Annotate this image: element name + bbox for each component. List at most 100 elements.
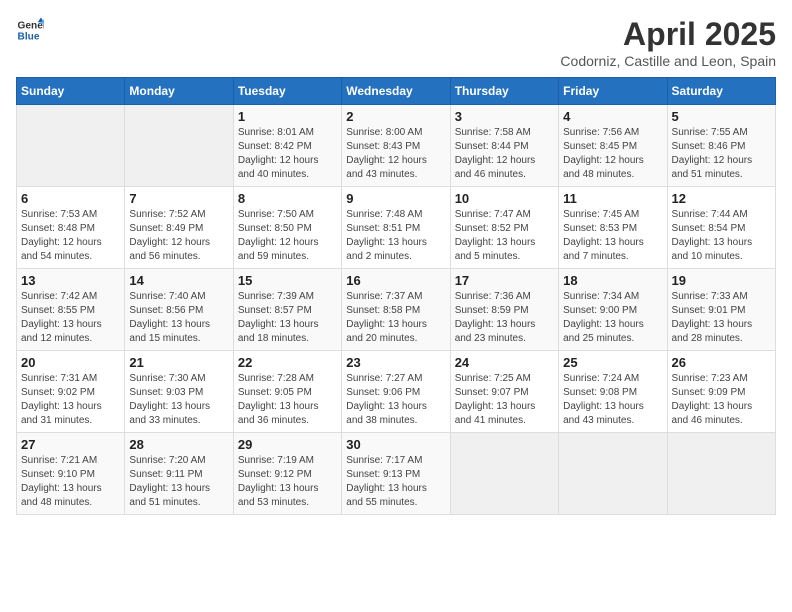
day-info: Sunrise: 7:28 AM Sunset: 9:05 PM Dayligh…: [238, 372, 337, 428]
day-number: 27: [21, 437, 120, 452]
day-number: 2: [346, 109, 445, 124]
day-info: Sunrise: 7:27 AM Sunset: 9:06 PM Dayligh…: [346, 372, 445, 428]
calendar-cell: 14 Sunrise: 7:40 AM Sunset: 8:56 PM Dayli…: [125, 269, 233, 351]
day-info: Sunrise: 7:52 AM Sunset: 8:49 PM Dayligh…: [129, 208, 228, 264]
day-number: 20: [21, 355, 120, 370]
day-number: 6: [21, 191, 120, 206]
header: General Blue April 2025 Codorniz, Castil…: [16, 16, 776, 69]
day-info: Sunrise: 7:19 AM Sunset: 9:12 PM Dayligh…: [238, 454, 337, 510]
day-info: Sunrise: 7:50 AM Sunset: 8:50 PM Dayligh…: [238, 208, 337, 264]
day-number: 29: [238, 437, 337, 452]
calendar-cell: 6 Sunrise: 7:53 AM Sunset: 8:48 PM Daylig…: [17, 187, 125, 269]
svg-text:Blue: Blue: [18, 31, 40, 42]
day-number: 23: [346, 355, 445, 370]
calendar-cell: 12 Sunrise: 7:44 AM Sunset: 8:54 PM Dayli…: [667, 187, 775, 269]
weekday-header-row: SundayMondayTuesdayWednesdayThursdayFrid…: [17, 78, 776, 105]
day-number: 21: [129, 355, 228, 370]
day-info: Sunrise: 7:40 AM Sunset: 8:56 PM Dayligh…: [129, 290, 228, 346]
calendar-cell: 22Sunrise: 7:28 AM Sunset: 9:05 PM Dayli…: [233, 351, 341, 433]
day-number: 28: [129, 437, 228, 452]
day-info: Sunrise: 7:47 AM Sunset: 8:52 PM Dayligh…: [455, 208, 554, 264]
day-info: Sunrise: 7:25 AM Sunset: 9:07 PM Dayligh…: [455, 372, 554, 428]
calendar-cell: 15 Sunrise: 7:39 AM Sunset: 8:57 PM Dayli…: [233, 269, 341, 351]
day-info: Sunrise: 7:23 AM Sunset: 9:09 PM Dayligh…: [672, 372, 771, 428]
logo: General Blue: [16, 16, 44, 44]
calendar-cell: 29 Sunrise: 7:19 AM Sunset: 9:12 PM Dayli…: [233, 433, 341, 515]
day-number: 7: [129, 191, 228, 206]
calendar-cell: 8 Sunrise: 7:50 AM Sunset: 8:50 PM Daylig…: [233, 187, 341, 269]
day-number: 1: [238, 109, 337, 124]
weekday-header: Tuesday: [233, 78, 341, 105]
weekday-header: Thursday: [450, 78, 558, 105]
calendar-cell: [450, 433, 558, 515]
day-number: 15: [238, 273, 337, 288]
day-info: Sunrise: 7:21 AM Sunset: 9:10 PM Dayligh…: [21, 454, 120, 510]
main-title: April 2025: [560, 16, 776, 53]
weekday-header: Saturday: [667, 78, 775, 105]
calendar-cell: 21Sunrise: 7:30 AM Sunset: 9:03 PM Dayli…: [125, 351, 233, 433]
calendar-cell: 7 Sunrise: 7:52 AM Sunset: 8:49 PM Daylig…: [125, 187, 233, 269]
day-number: 4: [563, 109, 662, 124]
day-info: Sunrise: 7:58 AM Sunset: 8:44 PM Dayligh…: [455, 126, 554, 182]
calendar-cell: 4 Sunrise: 7:56 AM Sunset: 8:45 PM Daylig…: [559, 105, 667, 187]
day-info: Sunrise: 7:42 AM Sunset: 8:55 PM Dayligh…: [21, 290, 120, 346]
calendar-cell: 1 Sunrise: 8:01 AM Sunset: 8:42 PM Daylig…: [233, 105, 341, 187]
calendar-week-row: 20Sunrise: 7:31 AM Sunset: 9:02 PM Dayli…: [17, 351, 776, 433]
day-info: Sunrise: 7:56 AM Sunset: 8:45 PM Dayligh…: [563, 126, 662, 182]
calendar-cell: 19Sunrise: 7:33 AM Sunset: 9:01 PM Dayli…: [667, 269, 775, 351]
day-info: Sunrise: 7:55 AM Sunset: 8:46 PM Dayligh…: [672, 126, 771, 182]
subtitle: Codorniz, Castille and Leon, Spain: [560, 53, 776, 69]
day-info: Sunrise: 7:44 AM Sunset: 8:54 PM Dayligh…: [672, 208, 771, 264]
calendar-week-row: 27 Sunrise: 7:21 AM Sunset: 9:10 PM Dayli…: [17, 433, 776, 515]
day-number: 10: [455, 191, 554, 206]
calendar-cell: 25Sunrise: 7:24 AM Sunset: 9:08 PM Dayli…: [559, 351, 667, 433]
day-info: Sunrise: 7:17 AM Sunset: 9:13 PM Dayligh…: [346, 454, 445, 510]
day-number: 12: [672, 191, 771, 206]
day-info: Sunrise: 7:37 AM Sunset: 8:58 PM Dayligh…: [346, 290, 445, 346]
day-info: Sunrise: 8:01 AM Sunset: 8:42 PM Dayligh…: [238, 126, 337, 182]
calendar-week-row: 1 Sunrise: 8:01 AM Sunset: 8:42 PM Daylig…: [17, 105, 776, 187]
calendar-cell: 28 Sunrise: 7:20 AM Sunset: 9:11 PM Dayli…: [125, 433, 233, 515]
day-number: 9: [346, 191, 445, 206]
title-area: April 2025 Codorniz, Castille and Leon, …: [560, 16, 776, 69]
calendar-cell: 17 Sunrise: 7:36 AM Sunset: 8:59 PM Dayli…: [450, 269, 558, 351]
day-info: Sunrise: 7:53 AM Sunset: 8:48 PM Dayligh…: [21, 208, 120, 264]
calendar-cell: [667, 433, 775, 515]
day-number: 24: [455, 355, 554, 370]
day-number: 3: [455, 109, 554, 124]
day-number: 5: [672, 109, 771, 124]
calendar-week-row: 6 Sunrise: 7:53 AM Sunset: 8:48 PM Daylig…: [17, 187, 776, 269]
calendar-cell: [125, 105, 233, 187]
day-info: Sunrise: 7:36 AM Sunset: 8:59 PM Dayligh…: [455, 290, 554, 346]
day-info: Sunrise: 7:34 AM Sunset: 9:00 PM Dayligh…: [563, 290, 662, 346]
day-info: Sunrise: 7:45 AM Sunset: 8:53 PM Dayligh…: [563, 208, 662, 264]
calendar-cell: 27 Sunrise: 7:21 AM Sunset: 9:10 PM Dayli…: [17, 433, 125, 515]
day-number: 30: [346, 437, 445, 452]
calendar-cell: 9 Sunrise: 7:48 AM Sunset: 8:51 PM Daylig…: [342, 187, 450, 269]
day-number: 14: [129, 273, 228, 288]
calendar-cell: [17, 105, 125, 187]
weekday-header: Monday: [125, 78, 233, 105]
weekday-header: Friday: [559, 78, 667, 105]
calendar-table: SundayMondayTuesdayWednesdayThursdayFrid…: [16, 77, 776, 515]
calendar-cell: 10 Sunrise: 7:47 AM Sunset: 8:52 PM Dayli…: [450, 187, 558, 269]
day-number: 19: [672, 273, 771, 288]
calendar-cell: 2 Sunrise: 8:00 AM Sunset: 8:43 PM Daylig…: [342, 105, 450, 187]
calendar-cell: 20Sunrise: 7:31 AM Sunset: 9:02 PM Dayli…: [17, 351, 125, 433]
day-number: 11: [563, 191, 662, 206]
day-number: 16: [346, 273, 445, 288]
day-info: Sunrise: 7:48 AM Sunset: 8:51 PM Dayligh…: [346, 208, 445, 264]
calendar-week-row: 13Sunrise: 7:42 AM Sunset: 8:55 PM Dayli…: [17, 269, 776, 351]
calendar-cell: 30 Sunrise: 7:17 AM Sunset: 9:13 PM Dayli…: [342, 433, 450, 515]
day-number: 8: [238, 191, 337, 206]
day-info: Sunrise: 7:24 AM Sunset: 9:08 PM Dayligh…: [563, 372, 662, 428]
weekday-header: Wednesday: [342, 78, 450, 105]
calendar-cell: 3 Sunrise: 7:58 AM Sunset: 8:44 PM Daylig…: [450, 105, 558, 187]
weekday-header: Sunday: [17, 78, 125, 105]
calendar-cell: 11 Sunrise: 7:45 AM Sunset: 8:53 PM Dayli…: [559, 187, 667, 269]
day-info: Sunrise: 8:00 AM Sunset: 8:43 PM Dayligh…: [346, 126, 445, 182]
calendar-cell: 24 Sunrise: 7:25 AM Sunset: 9:07 PM Dayli…: [450, 351, 558, 433]
day-info: Sunrise: 7:39 AM Sunset: 8:57 PM Dayligh…: [238, 290, 337, 346]
day-number: 17: [455, 273, 554, 288]
day-info: Sunrise: 7:20 AM Sunset: 9:11 PM Dayligh…: [129, 454, 228, 510]
